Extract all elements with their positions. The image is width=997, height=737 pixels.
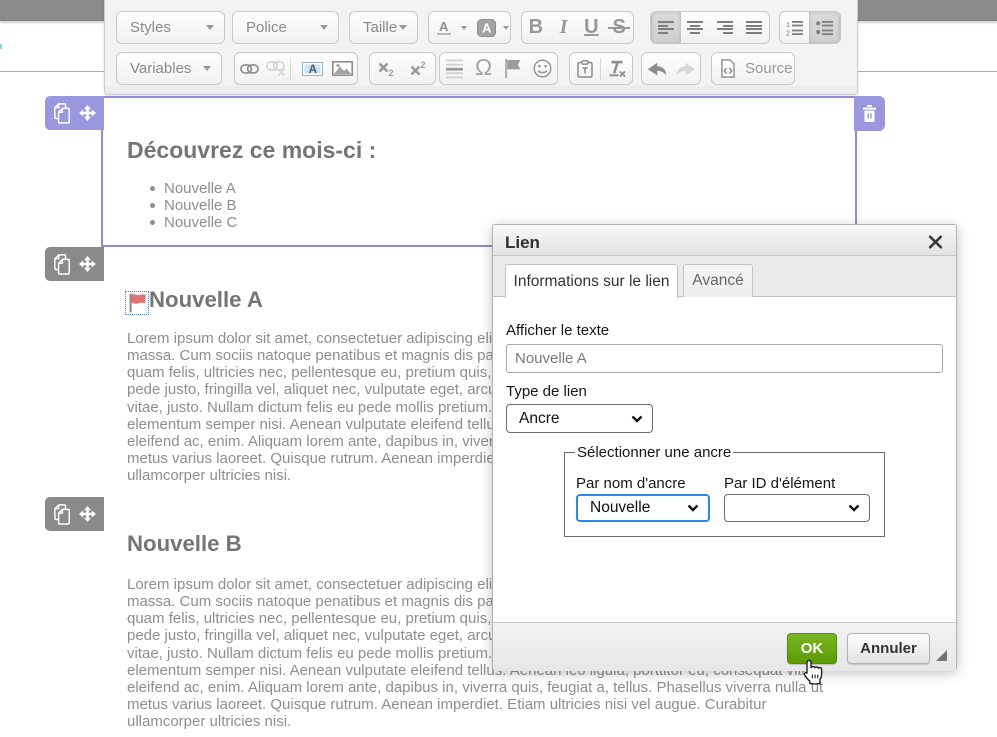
svg-text:A: A (308, 64, 316, 76)
svg-text:A: A (482, 20, 492, 35)
svg-text:2: 2 (421, 60, 426, 70)
svg-text:2: 2 (786, 28, 790, 36)
svg-text:A: A (439, 20, 449, 34)
svg-text:2: 2 (388, 68, 393, 77)
